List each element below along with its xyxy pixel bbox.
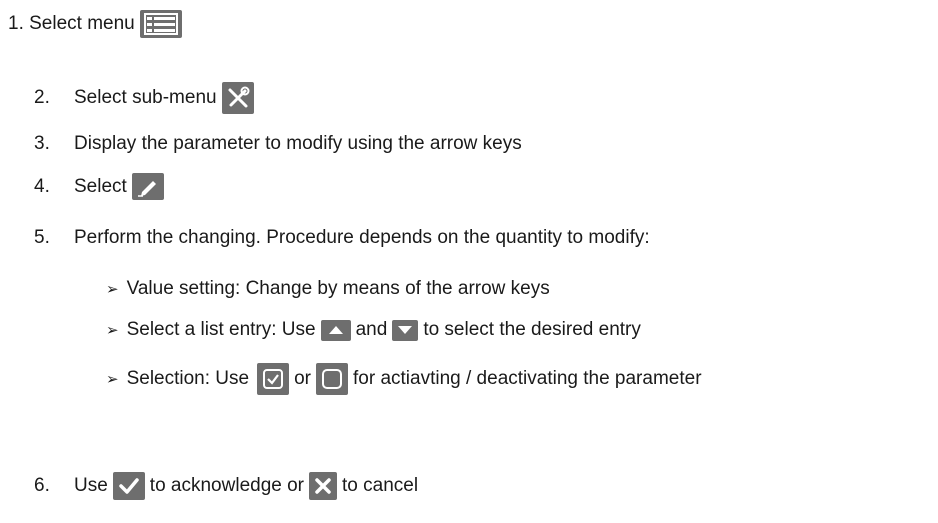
- bullet-2-text-c: to select the desired entry: [423, 319, 641, 340]
- checkmark-icon: [112, 472, 145, 500]
- checkbox-unchecked-icon: [316, 363, 348, 395]
- pencil-icon: [131, 173, 164, 200]
- step-1-text: 1. Select menu: [8, 13, 135, 34]
- step-4-number: 4.: [34, 175, 50, 197]
- step-5: 5. Perform the changing. Procedure depen…: [34, 227, 650, 249]
- step-2-number: 2.: [34, 87, 50, 108]
- bullet-list-entry: ➢ Select a list entry: Use and to select…: [106, 319, 641, 341]
- arrow-down-icon: [392, 319, 419, 341]
- bullet-3-text-c: for actiavting / deactivating the parame…: [353, 368, 702, 389]
- bullet-2-text-a: Select a list entry: Use: [126, 319, 316, 340]
- tools-icon: [221, 82, 254, 114]
- step-6-text-c: to cancel: [342, 475, 419, 496]
- bullet-value-setting: ➢ Value setting: Change by means of the …: [106, 278, 550, 300]
- step-6-number: 6.: [34, 475, 50, 496]
- bullet-3-text-b: or: [294, 368, 311, 389]
- step-5-number: 5.: [34, 227, 50, 248]
- bullet-1-text: Value setting: Change by means of the ar…: [126, 278, 550, 299]
- step-3-text: Display the parameter to modify using th…: [74, 133, 522, 154]
- checkbox-checked-icon: [257, 363, 290, 395]
- bullet-arrow-icon: ➢: [106, 322, 119, 339]
- step-4-text: Select: [74, 175, 127, 197]
- bullet-selection: ➢ Selection: Use or for actiavting / dea…: [106, 363, 702, 395]
- step-1: 1. Select menu: [8, 10, 182, 38]
- list-menu-icon: [139, 10, 182, 38]
- close-icon: [309, 472, 338, 500]
- step-2-text: Select sub-menu: [74, 87, 217, 108]
- arrow-up-icon: [320, 319, 351, 341]
- step-3-number: 3.: [34, 133, 50, 154]
- step-5-text: Perform the changing. Procedure depends …: [74, 227, 650, 248]
- bullet-3-text-a: Selection: Use: [126, 368, 250, 389]
- bullet-2-text-b: and: [355, 319, 388, 340]
- step-2: 2. Select sub-menu: [34, 82, 254, 114]
- step-6: 6. Use to acknowledge or to cancel: [34, 472, 418, 500]
- step-6-text-a: Use: [74, 475, 108, 496]
- bullet-arrow-icon: ➢: [106, 281, 119, 298]
- step-4: 4. Select: [34, 173, 164, 200]
- step-3: 3. Display the parameter to modify using…: [34, 133, 522, 155]
- step-6-text-b: to acknowledge or: [149, 475, 305, 496]
- bullet-arrow-icon: ➢: [106, 371, 119, 388]
